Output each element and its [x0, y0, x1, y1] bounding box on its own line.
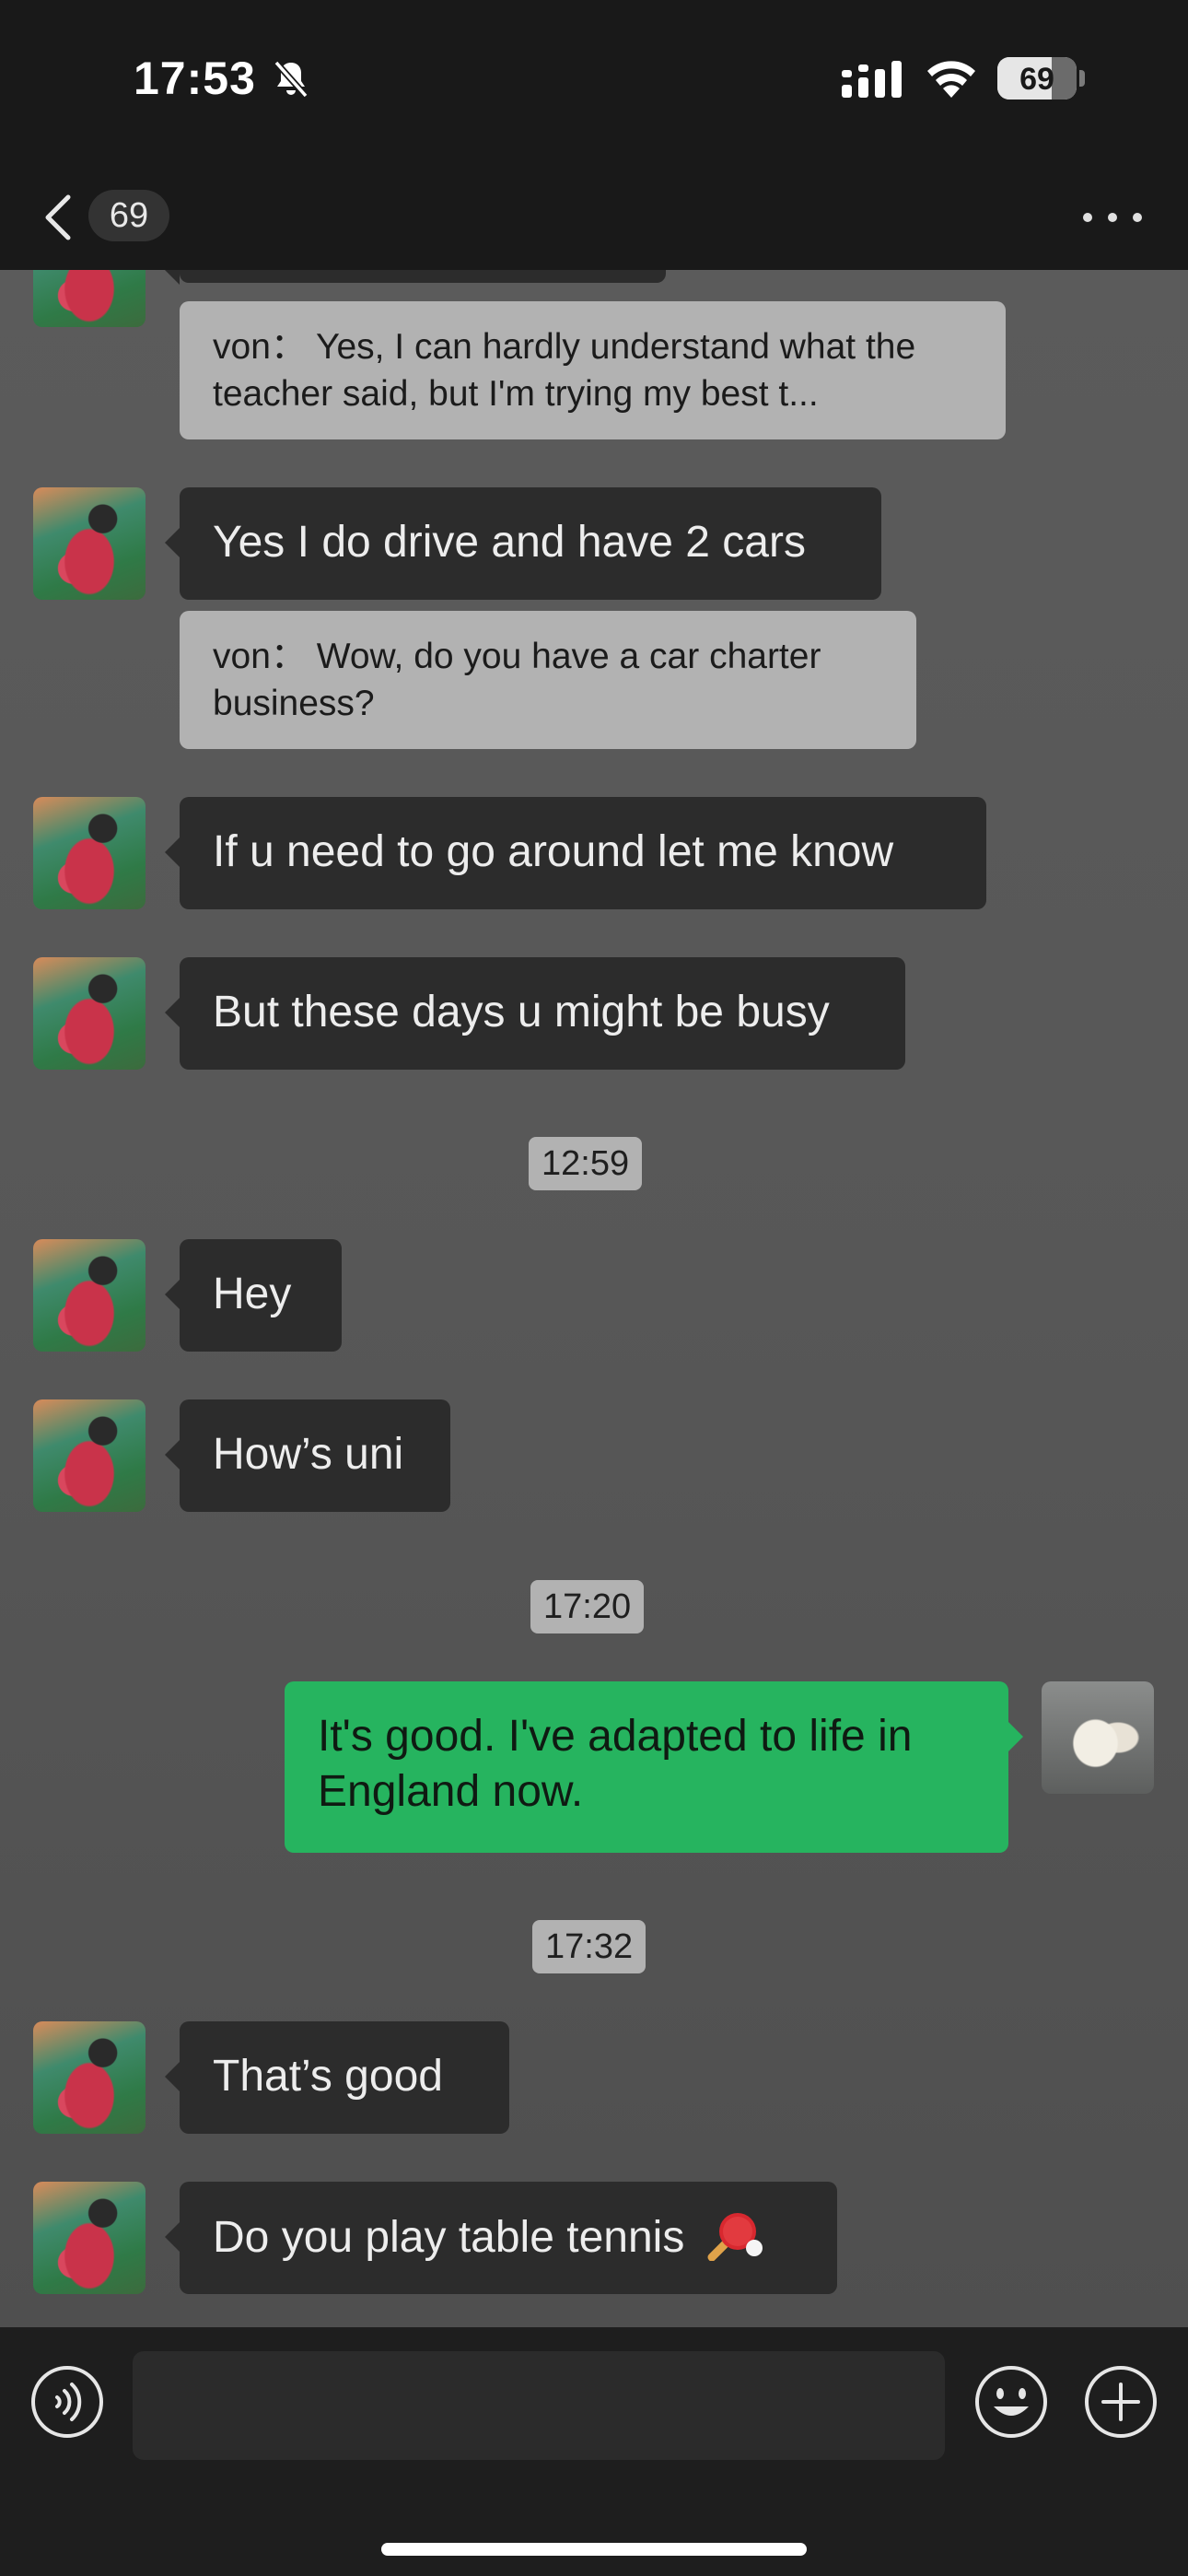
status-time: 17:53: [134, 53, 256, 104]
signal-icon: [842, 61, 902, 98]
timestamp: 12:59: [529, 1137, 643, 1190]
avatar[interactable]: [33, 270, 146, 327]
message-bubble[interactable]: Yes I do drive and have 2 cars: [165, 487, 881, 600]
plus-icon[interactable]: [1083, 2364, 1159, 2440]
avatar[interactable]: [33, 957, 146, 1070]
timestamp: 17:20: [530, 1580, 645, 1633]
message-list[interactable]: von： Yes, I can hardly understand what t…: [0, 270, 1188, 2327]
quoted-message[interactable]: von： Yes, I can hardly understand what t…: [180, 301, 1006, 439]
message-bubble[interactable]: Do you play table tennis: [165, 2182, 837, 2294]
bell-off-icon: [274, 60, 309, 99]
avatar[interactable]: [33, 797, 146, 909]
avatar[interactable]: [33, 487, 146, 600]
message-bubble-outgoing[interactable]: It's good. I've adapted to life in Engla…: [285, 1681, 1023, 1853]
back-button[interactable]: 69: [37, 176, 184, 253]
avatar[interactable]: [33, 1239, 146, 1352]
avatar-self[interactable]: [1042, 1681, 1154, 1794]
unread-count-badge: 69: [88, 190, 169, 241]
avatar[interactable]: [33, 2021, 146, 2134]
message-bubble[interactable]: How’s uni: [165, 1399, 450, 1512]
timestamp: 17:32: [532, 1920, 646, 1973]
status-bar: 17:53 69: [0, 0, 1188, 161]
chat-header: 69: [0, 161, 1188, 271]
wifi-icon: [927, 61, 975, 98]
home-indicator[interactable]: [381, 2543, 807, 2556]
message-bubble[interactable]: That’s good: [165, 2021, 509, 2134]
avatar[interactable]: [33, 2182, 146, 2294]
message-bubble[interactable]: But these days u might be busy: [165, 957, 905, 1070]
message-text: Do you play table tennis: [213, 2213, 685, 2262]
table-tennis-paddle-icon: [707, 2213, 763, 2261]
message-input[interactable]: [133, 2351, 945, 2460]
battery-level: 69: [1019, 62, 1054, 97]
message-bubble[interactable]: If u need to go around let me know: [165, 797, 986, 909]
avatar[interactable]: [33, 1399, 146, 1512]
battery-icon: 69: [997, 57, 1077, 100]
message-bubble[interactable]: Hey: [165, 1239, 342, 1352]
message-bubble-partial[interactable]: [165, 270, 666, 285]
quoted-message[interactable]: von： Wow, do you have a car charter busi…: [180, 611, 916, 749]
emoji-icon[interactable]: [973, 2364, 1049, 2440]
chevron-left-icon: [45, 194, 71, 240]
battery-nub: [1079, 70, 1085, 87]
voice-icon[interactable]: [29, 2364, 105, 2440]
input-bar: [0, 2327, 1188, 2576]
more-icon[interactable]: [1076, 194, 1149, 240]
